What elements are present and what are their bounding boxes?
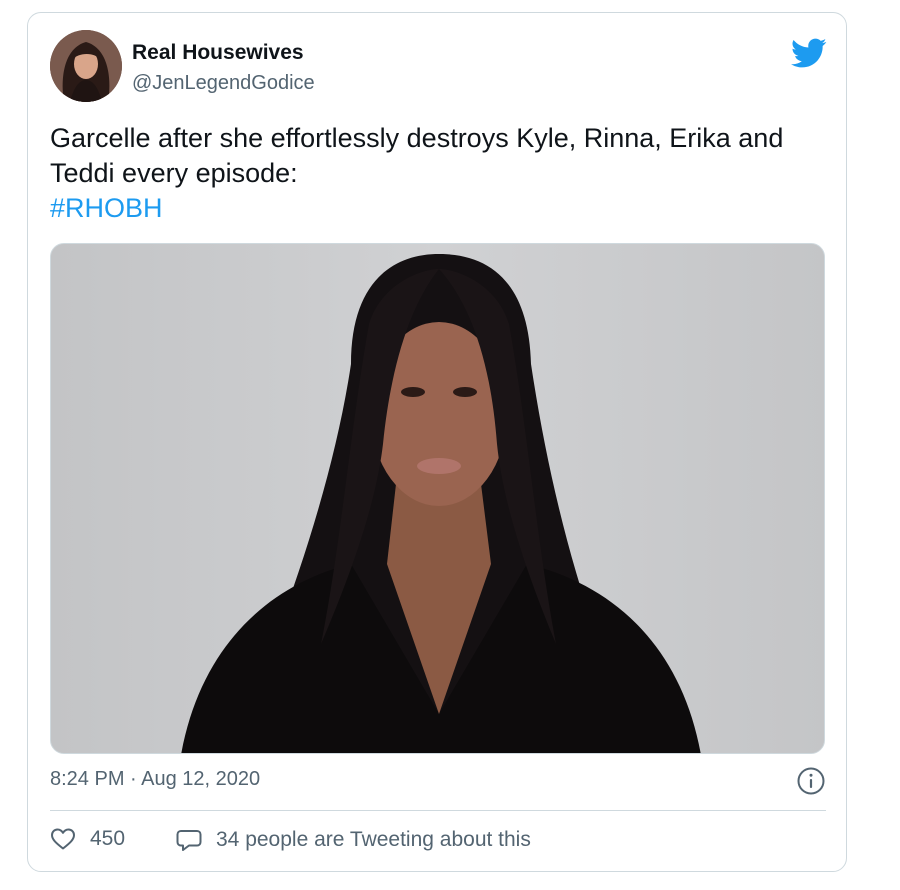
tweet-card: Real Housewives @JenLegendGodice Garcell…	[27, 12, 847, 872]
like-count: 450	[90, 827, 126, 850]
author-handle[interactable]: @JenLegendGodice	[132, 72, 315, 95]
like-button[interactable]: 450	[50, 827, 125, 851]
info-icon[interactable]	[796, 766, 826, 796]
hashtag-link[interactable]: #RHOBH	[50, 193, 163, 223]
avatar[interactable]	[50, 30, 122, 102]
twitter-bird-icon[interactable]	[791, 35, 827, 71]
conversation-button[interactable]: 34 people are Tweeting about this	[176, 827, 531, 853]
divider	[50, 810, 826, 811]
tweet-text: Garcelle after she effortlessly destroys…	[50, 121, 810, 226]
tweet-body: Garcelle after she effortlessly destroys…	[50, 123, 784, 188]
tweet-timestamp[interactable]: 8:24 PM · Aug 12, 2020	[50, 768, 260, 791]
conversation-label: 34 people are Tweeting about this	[216, 828, 531, 851]
author-name[interactable]: Real Housewives	[132, 41, 304, 65]
speech-bubble-icon	[176, 830, 202, 851]
tweet-photo[interactable]	[50, 243, 825, 754]
heart-icon	[51, 828, 75, 850]
